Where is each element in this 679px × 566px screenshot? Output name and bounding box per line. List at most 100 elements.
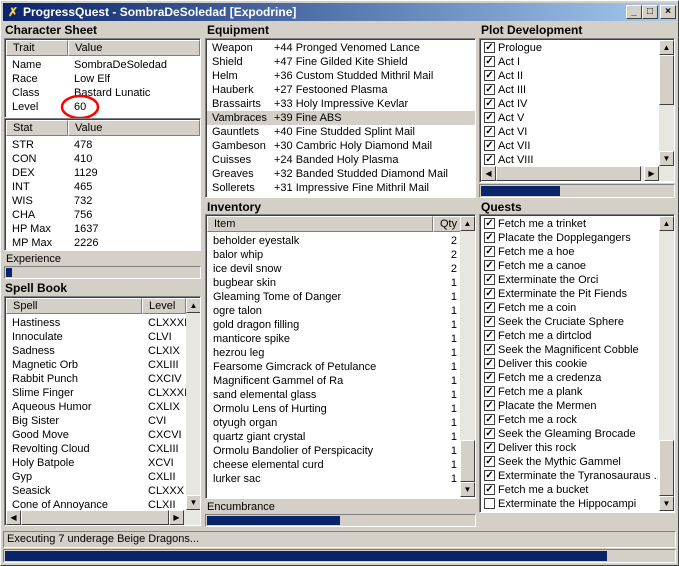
act-checkbox[interactable]: ✓	[484, 140, 495, 151]
quest-checkbox[interactable]: ✓	[484, 372, 495, 383]
stat-row[interactable]: CHA 756	[6, 208, 200, 222]
trait-value-column-header[interactable]: Value	[68, 40, 200, 56]
plot-act-row[interactable]: ✓ Act I	[481, 55, 659, 69]
spell-row[interactable]: Big Sister CVI	[6, 414, 186, 428]
quest-row[interactable]: ✓ Fetch me a canoe	[481, 259, 659, 273]
equipment-row[interactable]: Gambeson +30 Cambric Holy Diamond Mail	[207, 139, 475, 153]
quest-row[interactable]: ✓ Exterminate the Orci	[481, 273, 659, 287]
equipment-row[interactable]: Greaves +32 Banded Studded Diamond Mail	[207, 167, 475, 181]
inventory-row[interactable]: sand elemental glass 1	[207, 388, 460, 402]
act-checkbox[interactable]: ✓	[484, 126, 495, 137]
quest-row[interactable]: ✓ Seek the Magnificent Cobble	[481, 343, 659, 357]
stat-row[interactable]: INT 465	[6, 180, 200, 194]
spell-column-header[interactable]: Spell	[6, 298, 142, 314]
act-checkbox[interactable]: ✓	[484, 70, 495, 81]
quest-checkbox[interactable]: ✓	[484, 456, 495, 467]
act-checkbox[interactable]: ✓	[484, 112, 495, 123]
inventory-row[interactable]: Gleaming Tome of Danger 1	[207, 290, 460, 304]
inventory-row[interactable]: bugbear skin 1	[207, 276, 460, 290]
traits-list[interactable]: Trait Value Name SombraDeSoledad Race Low E…	[4, 38, 201, 118]
quests-vertical-scrollbar[interactable]: ▲ ▼	[659, 216, 674, 511]
plot-act-row[interactable]: ✓ Prologue	[481, 41, 659, 55]
quest-row[interactable]: ✓ Exterminate the Pit Fiends	[481, 287, 659, 301]
inventory-row[interactable]: hezrou leg 1	[207, 346, 460, 360]
quest-checkbox[interactable]: ✓	[484, 400, 495, 411]
scroll-thumb[interactable]	[496, 166, 641, 181]
spells-vertical-scrollbar[interactable]: ▲ ▼	[186, 298, 200, 510]
stats-list[interactable]: Stat Value STR 478 CON 410 DEX 1129 INT 465 WIS 7…	[4, 118, 201, 251]
inventory-row[interactable]: otyugh organ 1	[207, 416, 460, 430]
equipment-row[interactable]: Brassairts +33 Holy Impressive Kevlar	[207, 97, 475, 111]
spell-row[interactable]: Hastiness CLXXXI	[6, 316, 186, 330]
scroll-left-icon[interactable]: ◀	[481, 166, 496, 181]
quest-row[interactable]: ✓ Deliver this cookie	[481, 357, 659, 371]
inventory-row[interactable]: Fearsome Gimcrack of Petulance 1	[207, 360, 460, 374]
quest-checkbox[interactable]: ✓	[484, 232, 495, 243]
spell-row[interactable]: Revolting Cloud CXLIII	[6, 442, 186, 456]
quest-row[interactable]: ✓ Fetch me a dirtclod	[481, 329, 659, 343]
inventory-row[interactable]: Ormolu Bandolier of Perspicacity 1	[207, 444, 460, 458]
quest-row[interactable]: ✓ Seek the Cruciate Sphere	[481, 315, 659, 329]
inventory-row[interactable]: ice devil snow 2	[207, 262, 460, 276]
inventory-row[interactable]: balor whip 2	[207, 248, 460, 262]
plot-act-row[interactable]: ✓ Act V	[481, 111, 659, 125]
quest-checkbox[interactable]: ✓	[484, 260, 495, 271]
spells-list[interactable]: Spell Level Hastiness CLXXXI Innoculate CLV…	[4, 296, 201, 526]
scroll-right-icon[interactable]: ▶	[644, 166, 659, 181]
inventory-row[interactable]: beholder eyestalk 2	[207, 234, 460, 248]
plot-act-row[interactable]: ✓ Act II	[481, 69, 659, 83]
quest-row[interactable]: ✓ Placate the Mermen	[481, 399, 659, 413]
equipment-list[interactable]: Weapon +44 Pronged Venomed Lance Shield +47…	[205, 38, 476, 198]
equipment-row[interactable]: Shield +47 Fine Gilded Kite Shield	[207, 55, 475, 69]
scroll-up-icon[interactable]: ▲	[659, 216, 674, 231]
quest-row[interactable]: Exterminate the Hippocampi	[481, 497, 659, 511]
quest-row[interactable]: ✓ Fetch me a credenza	[481, 371, 659, 385]
scroll-down-icon[interactable]: ▼	[460, 482, 475, 497]
quest-checkbox[interactable]: ✓	[484, 358, 495, 369]
spell-row[interactable]: Innoculate CLVI	[6, 330, 186, 344]
qty-column-header[interactable]: Qty	[433, 216, 461, 232]
quest-checkbox[interactable]: ✓	[484, 414, 495, 425]
quest-checkbox[interactable]: ✓	[484, 330, 495, 341]
quest-row[interactable]: ✓ Fetch me a trinket	[481, 217, 659, 231]
quest-checkbox[interactable]: ✓	[484, 316, 495, 327]
spell-row[interactable]: Rabbit Punch CXCIV	[6, 372, 186, 386]
level-column-header[interactable]: Level	[142, 298, 186, 314]
equipment-row[interactable]: Cuisses +24 Banded Holy Plasma	[207, 153, 475, 167]
act-checkbox[interactable]: ✓	[484, 154, 495, 165]
spell-row[interactable]: Seasick CLXXX	[6, 484, 186, 498]
act-checkbox[interactable]: ✓	[484, 98, 495, 109]
quest-row[interactable]: ✓ Fetch me a plank	[481, 385, 659, 399]
quest-checkbox[interactable]: ✓	[484, 288, 495, 299]
inventory-row[interactable]: ogre talon 1	[207, 304, 460, 318]
stat-column-header[interactable]: Stat	[6, 120, 68, 136]
scroll-up-icon[interactable]: ▲	[460, 216, 475, 231]
trait-column-header[interactable]: Trait	[6, 40, 68, 56]
quest-row[interactable]: ✓ Exterminate the Tyranosauraus ...	[481, 469, 659, 483]
maximize-button[interactable]: □	[642, 5, 658, 19]
quest-checkbox[interactable]: ✓	[484, 274, 495, 285]
quest-checkbox[interactable]: ✓	[484, 470, 495, 481]
spells-horizontal-scrollbar[interactable]: ◀ ▶	[6, 510, 200, 525]
spell-row[interactable]: Sadness CLXIX	[6, 344, 186, 358]
quests-list[interactable]: ✓ Fetch me a trinket ✓ Placate the Dopplega…	[479, 214, 675, 513]
inventory-row[interactable]: lurker sac 1	[207, 472, 460, 486]
act-checkbox[interactable]: ✓	[484, 42, 495, 53]
quest-row[interactable]: ✓ Seek the Mythic Gammel	[481, 455, 659, 469]
quest-row[interactable]: ✓ Seek the Gleaming Brocade	[481, 427, 659, 441]
equipment-row[interactable]: Weapon +44 Pronged Venomed Lance	[207, 41, 475, 55]
spell-row[interactable]: Holy Batpole XCVI	[6, 456, 186, 470]
quest-checkbox[interactable]: ✓	[484, 302, 495, 313]
scroll-down-icon[interactable]: ▼	[659, 151, 674, 166]
trait-row[interactable]: Name SombraDeSoledad	[6, 58, 200, 72]
scroll-thumb[interactable]	[460, 440, 475, 482]
spell-row[interactable]: Slime Finger CLXXXIV	[6, 386, 186, 400]
plot-act-row[interactable]: ✓ Act IV	[481, 97, 659, 111]
plot-act-row[interactable]: ✓ Act VII	[481, 139, 659, 153]
scroll-down-icon[interactable]: ▼	[659, 496, 674, 511]
quest-row[interactable]: ✓ Fetch me a coin	[481, 301, 659, 315]
scroll-thumb[interactable]	[659, 55, 674, 105]
quest-checkbox[interactable]: ✓	[484, 428, 495, 439]
plot-act-row[interactable]: ✓ Act VIII	[481, 153, 659, 167]
minimize-button[interactable]: _	[626, 5, 642, 19]
